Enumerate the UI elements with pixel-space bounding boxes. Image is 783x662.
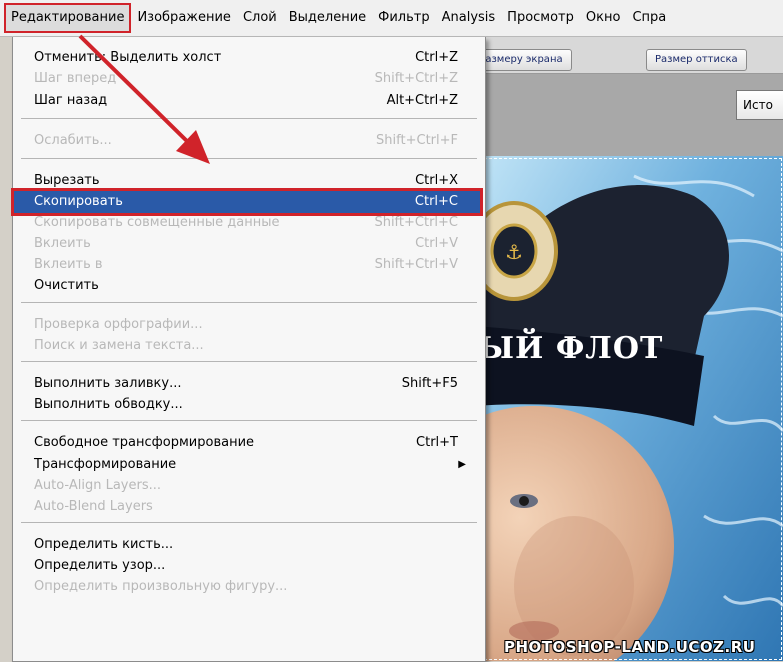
menu-item: Auto-Align Layers... — [14, 475, 480, 497]
menu-item-label: Определить кисть... — [34, 537, 174, 552]
menu-item-shortcut: Ctrl+T — [416, 435, 458, 450]
menu-item: Определить произвольную фигуру... — [14, 576, 480, 598]
menu-item-shortcut: Ctrl+Z — [415, 50, 458, 65]
menu-item-label: Отменить: Выделить холст — [34, 50, 222, 65]
menu-item-label: Ослабить... — [34, 133, 112, 148]
menu-item[interactable]: Выполнить обводку... — [14, 394, 480, 416]
menu-item[interactable]: Очистить — [14, 275, 480, 297]
menu-layer[interactable]: Слой — [237, 0, 283, 36]
menu-item-label: Выполнить обводку... — [34, 397, 183, 412]
print-size-button[interactable]: Размер оттиска — [646, 49, 747, 71]
menu-item[interactable]: Определить узор... — [14, 555, 480, 577]
selection-marquee — [484, 158, 782, 660]
menu-item-label: Шаг вперед — [34, 71, 117, 86]
menu-item-label: Очистить — [34, 278, 99, 293]
menu-filter[interactable]: Фильтр — [372, 0, 435, 36]
menu-item[interactable]: Трансформирование ▶ — [14, 454, 480, 476]
document-canvas[interactable]: ⚓ ЫЙ ФЛОТ PHOTOSHOP-LAND.UCOZ.RU — [484, 156, 783, 661]
menu-image[interactable]: Изображение — [131, 0, 236, 36]
menu-item-label: Шаг назад — [34, 93, 108, 108]
menu-separator — [21, 522, 477, 523]
menu-edit[interactable]: Редактирование — [4, 3, 132, 33]
menu-separator — [21, 118, 477, 119]
menu-item[interactable]: Определить кисть... — [14, 534, 480, 556]
edit-menu-dropdown: Отменить: Выделить холст Ctrl+Z Шаг вперед… — [11, 37, 486, 662]
menu-item: Скопировать совмещенные данные Shift+Ctrl… — [14, 212, 480, 234]
menu-item-shortcut: Ctrl+X — [415, 173, 458, 188]
menu-item: Ослабить... Shift+Ctrl+F — [14, 130, 480, 152]
menu-view[interactable]: Просмотр — [501, 0, 580, 36]
menu-analysis[interactable]: Analysis — [436, 0, 502, 36]
menu-item: Проверка орфографии... — [14, 314, 480, 336]
menu-item-label: Скопировать — [34, 194, 123, 209]
menu-item-label: Определить узор... — [34, 558, 166, 573]
menu-separator — [21, 361, 477, 362]
menu-item: Поиск и замена текста... — [14, 335, 480, 357]
menu-item-label: Определить произвольную фигуру... — [34, 579, 288, 594]
menu-item[interactable]: Вырезать Ctrl+X — [14, 170, 480, 192]
history-panel-tab[interactable]: Исто — [736, 90, 783, 120]
menu-item-shortcut: Shift+Ctrl+Z — [374, 71, 458, 86]
menu-item[interactable]: Выполнить заливку... Shift+F5 — [14, 373, 480, 395]
menu-item-shortcut: Ctrl+V — [415, 236, 458, 251]
menu-separator — [21, 420, 477, 421]
menu-item-label: Вырезать — [34, 173, 100, 188]
menu-item-label: Auto-Blend Layers — [34, 499, 153, 514]
menu-item-label: Вклеить — [34, 236, 91, 251]
menu-item-shortcut: Ctrl+C — [414, 194, 458, 209]
options-bar: размеру экрана Размер оттиска — [470, 37, 783, 74]
menu-item-shortcut: Shift+Ctrl+F — [376, 133, 458, 148]
menu-item-shortcut: Alt+Ctrl+Z — [386, 93, 458, 108]
menu-item[interactable]: Отменить: Выделить холст Ctrl+Z — [14, 47, 480, 69]
menu-item-shortcut: Shift+Ctrl+V — [374, 257, 458, 272]
menu-item-label: Поиск и замена текста... — [34, 338, 204, 353]
menu-window[interactable]: Окно — [580, 0, 627, 36]
menu-item: Auto-Blend Layers — [14, 496, 480, 518]
menu-help[interactable]: Спра — [626, 0, 672, 36]
menu-separator — [21, 158, 477, 159]
menu-select[interactable]: Выделение — [283, 0, 372, 36]
menubar: Редактирование Изображение Слой Выделени… — [0, 0, 783, 37]
menu-item[interactable]: Свободное трансформирование Ctrl+T — [14, 432, 480, 454]
watermark: PHOTOSHOP-LAND.UCOZ.RU — [504, 638, 756, 656]
menu-item-label: Вклеить в — [34, 257, 103, 272]
menu-item-shortcut: Shift+F5 — [401, 376, 458, 391]
menu-item-label: Выполнить заливку... — [34, 376, 182, 391]
menu-item-shortcut: Shift+Ctrl+C — [374, 215, 458, 230]
menu-item: Вклеить в Shift+Ctrl+V — [14, 254, 480, 276]
menu-separator — [21, 302, 477, 303]
menu-item-label: Проверка орфографии... — [34, 317, 203, 332]
menu-item[interactable]: Шаг назад Alt+Ctrl+Z — [14, 90, 480, 112]
menu-item-label: Скопировать совмещенные данные — [34, 215, 280, 230]
menu-item: Шаг вперед Shift+Ctrl+Z — [14, 68, 480, 90]
menu-item-label: Трансформирование — [34, 457, 177, 472]
menu-item-label: Свободное трансформирование — [34, 435, 255, 450]
menu-item[interactable]: Скопировать Ctrl+C — [11, 188, 483, 216]
menu-item-label: Auto-Align Layers... — [34, 478, 161, 493]
menu-item: Вклеить Ctrl+V — [14, 233, 480, 255]
submenu-arrow-icon: ▶ — [458, 459, 466, 470]
panel-area: Исто — [484, 74, 783, 156]
